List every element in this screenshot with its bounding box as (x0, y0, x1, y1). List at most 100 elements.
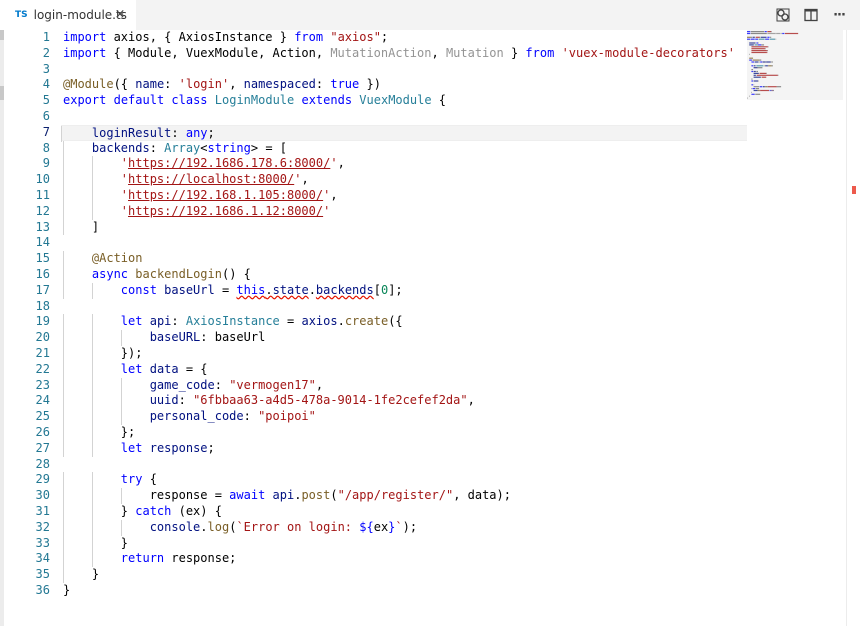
minimap-token (775, 38, 777, 40)
code-editor[interactable]: 1 2 3 4 5 6 7 8 9 10 11 12 13 14 15 16 17 18 19 20 21 22 23 24 2… (0, 30, 860, 626)
minimap-token (749, 42, 756, 44)
code-token: . (337, 314, 345, 329)
minimap-viewport[interactable] (747, 30, 843, 100)
minimap-token (755, 42, 756, 44)
code-token: > = [ (250, 140, 287, 155)
indent-guide (63, 314, 64, 331)
code-line[interactable]: baseURL: baseUrl (63, 330, 747, 346)
minimap-token (754, 36, 756, 38)
close-icon[interactable]: × (113, 8, 127, 22)
code-line[interactable]: game_code: "vermogen17", (63, 377, 747, 394)
minimap[interactable] (747, 30, 843, 626)
code-line[interactable]: try { (63, 472, 747, 489)
code-line[interactable]: }); (63, 345, 747, 362)
minimap-token (758, 38, 765, 40)
code-token: async (91, 266, 129, 281)
code-token: let (120, 361, 143, 376)
line-number: 1 (42, 30, 50, 44)
code-line[interactable]: @Module({ name: 'login', namespaced: tru… (63, 77, 747, 93)
code-token: from (294, 30, 324, 44)
code-line[interactable]: console.log(`Error on login: ${ex}`); (63, 519, 747, 536)
code-line[interactable]: backends: Array<string> = [ (63, 140, 747, 157)
minimap-token (776, 86, 782, 88)
error-marker (852, 186, 856, 194)
code-line[interactable] (63, 62, 747, 78)
code-line[interactable]: let data = { (63, 361, 747, 378)
code-line[interactable]: } (63, 535, 747, 552)
code-token: } (63, 567, 100, 582)
minimap-token (764, 31, 767, 33)
code-line[interactable] (63, 109, 747, 125)
code-line[interactable]: @Action (63, 251, 747, 267)
code-line[interactable]: } (63, 583, 747, 599)
indent-guide (63, 567, 64, 583)
open-changes-icon[interactable] (774, 6, 792, 24)
code-line[interactable]: 'https://localhost:8000/', (63, 172, 747, 188)
code-line[interactable]: personal_code: "poipoi" (63, 409, 747, 425)
code-line[interactable]: let api: AxiosInstance = axios.create({ (63, 314, 747, 331)
code-token: 'vuex-module-decorators' (561, 45, 735, 60)
code-line[interactable]: import axios, { AxiosInstance } from "ax… (63, 30, 747, 46)
minimap-token (759, 59, 762, 61)
code-token: : (171, 125, 186, 140)
minimap-token (755, 93, 761, 95)
code-token: backendLogin (135, 266, 222, 281)
code-token: = (279, 314, 302, 329)
minimap-token (747, 31, 751, 33)
code-line[interactable]: return response; (63, 551, 747, 568)
code-line[interactable]: export default class LoginModule extends… (63, 93, 747, 109)
vertical-scrollbar[interactable] (846, 30, 860, 626)
code-line[interactable]: loginResult: any; (61, 124, 747, 142)
minimap-token (771, 61, 772, 63)
minimap-token (766, 51, 768, 54)
code-line[interactable]: 'https://192.1686.1.12:8000/' (63, 203, 747, 220)
minimap-token (767, 32, 776, 35)
code-token: } (63, 582, 71, 597)
minimap-token (765, 38, 769, 40)
code-line[interactable]: let response; (63, 440, 747, 457)
code-line[interactable] (63, 299, 747, 315)
code-token: any (185, 125, 208, 140)
code-token: response; (164, 551, 237, 566)
minimap-token (755, 36, 760, 38)
line-number: 35 (35, 567, 50, 582)
code-line[interactable]: response = await api.post("/app/register… (63, 488, 747, 504)
code-line[interactable]: } (63, 567, 747, 583)
tab-login-module[interactable]: TS login-module.ts × (0, 0, 136, 30)
code-line[interactable]: async backendLogin() { (63, 266, 747, 283)
minimap-token (756, 74, 778, 76)
code-line[interactable] (63, 235, 747, 251)
code-token: ({ (388, 314, 403, 329)
indent-guide (63, 361, 64, 378)
minimap-token (767, 36, 770, 38)
code-line[interactable]: ] (63, 219, 747, 236)
minimap-token (759, 72, 767, 74)
code-line[interactable]: uuid: "6fbbaa63-a4d5-478a-9014-1fe2cefef… (63, 393, 747, 410)
code-line[interactable]: }; (63, 424, 747, 441)
minimap-token (751, 84, 754, 86)
code-token: Array (164, 140, 201, 155)
indent-guide (63, 282, 64, 299)
indent-guide (63, 140, 64, 157)
minimap-token (753, 80, 758, 82)
code-line[interactable]: const baseUrl = this.state.backends[0]; (63, 282, 747, 299)
minimap-token (753, 89, 758, 92)
code-line[interactable]: 'https://192.168.1.105:8000/', (63, 187, 747, 204)
split-editor-icon[interactable] (802, 6, 820, 24)
code-token: Mutation (445, 45, 504, 60)
code-token: try (120, 472, 143, 487)
code-area[interactable]: import axios, { AxiosInstance } from "ax… (61, 30, 747, 599)
code-token: axios, { AxiosInstance } (106, 30, 295, 44)
code-line[interactable]: 'https://192.1686.178.6:8000/', (63, 156, 747, 173)
code-token: baseUrl (164, 282, 215, 297)
code-token: ex (373, 519, 389, 534)
code-line[interactable]: import { Module, VuexModule, Action, Mut… (63, 46, 747, 62)
code-line[interactable] (63, 457, 747, 473)
code-line[interactable]: } catch (ex) { (63, 503, 747, 520)
more-actions-icon[interactable]: ··· (830, 6, 848, 24)
code-token: baseURL (149, 330, 201, 345)
code-token: : (315, 77, 331, 92)
